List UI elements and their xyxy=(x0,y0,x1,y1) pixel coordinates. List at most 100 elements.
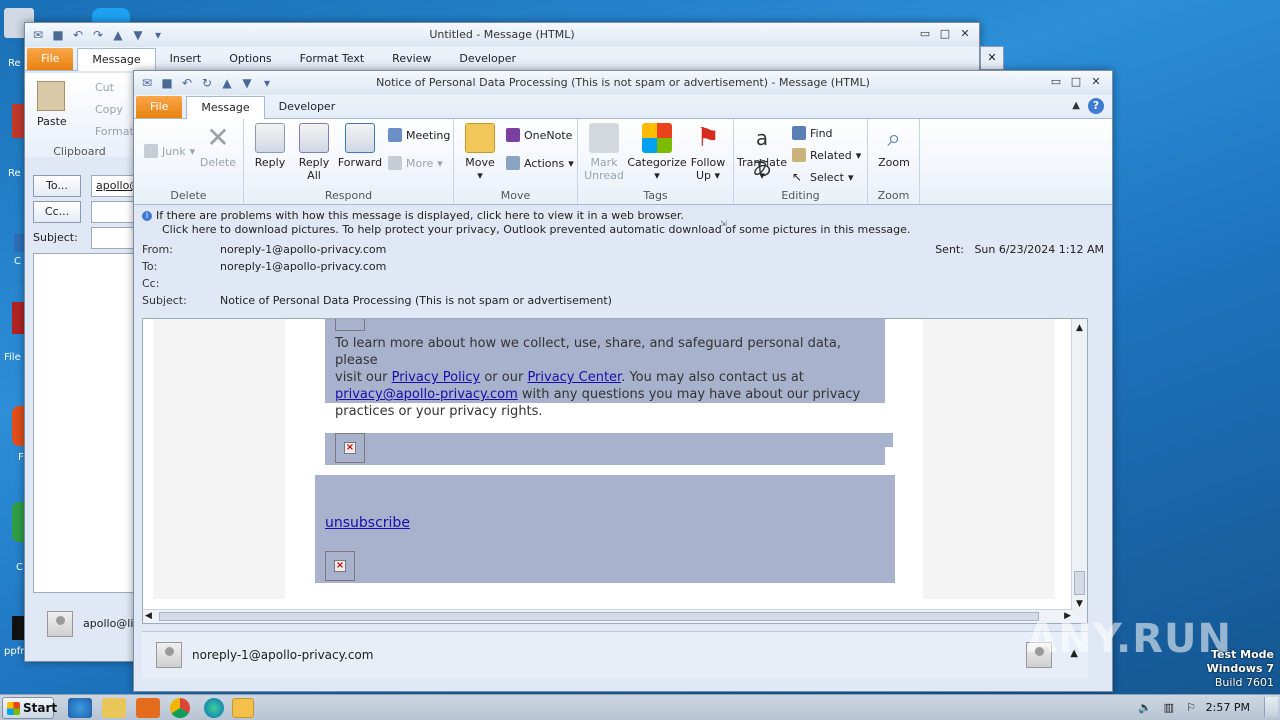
tab-developer[interactable]: Developer xyxy=(445,48,530,70)
desktop-shortcut-icon[interactable] xyxy=(14,234,24,252)
maximize-button[interactable]: □ xyxy=(1068,75,1084,89)
minimize-button[interactable]: ▭ xyxy=(1048,75,1064,89)
cut-button[interactable]: Cut xyxy=(77,81,114,94)
tab-options[interactable]: Options xyxy=(215,48,285,70)
chrome-icon[interactable] xyxy=(170,698,190,718)
mark-unread-button[interactable]: Mark Unread xyxy=(582,123,626,182)
copy-button[interactable]: Copy xyxy=(77,103,123,116)
collapse-ribbon-icon[interactable]: ▲ xyxy=(1072,100,1080,111)
forward-button[interactable]: Forward xyxy=(338,123,382,169)
cc-field[interactable] xyxy=(91,201,135,223)
close-button[interactable]: ✕ xyxy=(1088,75,1104,89)
tab-file[interactable]: File xyxy=(27,48,74,70)
action-center-icon[interactable]: ⚐ xyxy=(1186,701,1196,714)
hscroll-thumb[interactable] xyxy=(159,612,1039,621)
volume-icon[interactable]: 🔈 xyxy=(1138,701,1152,714)
dialog-launcher-icon[interactable]: ⇲ xyxy=(720,219,727,228)
tab-message[interactable]: Message xyxy=(77,48,156,71)
infobar-line-2[interactable]: Click here to download pictures. To help… xyxy=(142,223,1104,237)
maximize-button[interactable]: □ xyxy=(937,27,953,41)
start-button[interactable]: Start xyxy=(2,697,57,719)
minimize-button[interactable]: ▭ xyxy=(917,27,933,41)
message-window[interactable]: ✉ ■ ↶ ↻ ▲ ▼ ▾ Notice of Personal Data Pr… xyxy=(133,70,1113,692)
message-titlebar[interactable]: ✉ ■ ↶ ↻ ▲ ▼ ▾ Notice of Personal Data Pr… xyxy=(134,71,1112,95)
cc-button[interactable]: Cc... xyxy=(33,201,81,223)
undo-icon[interactable]: ↶ xyxy=(180,76,194,90)
format-painter-button[interactable]: Format xyxy=(77,125,134,138)
save-icon[interactable]: ■ xyxy=(51,28,65,42)
customize-icon[interactable]: ▾ xyxy=(260,76,274,90)
scroll-down-icon[interactable]: ▼ xyxy=(1074,599,1085,611)
tab-file[interactable]: File xyxy=(136,96,183,118)
scroll-left-icon[interactable]: ◀ xyxy=(145,611,152,621)
sender-avatar[interactable] xyxy=(156,642,182,668)
actions-button[interactable]: Actions ▾ xyxy=(506,153,574,173)
paste-icon[interactable] xyxy=(37,81,65,111)
categorize-button[interactable]: Categorize ▾ xyxy=(627,123,687,182)
scroll-up-icon[interactable]: ▲ xyxy=(1074,323,1085,335)
move-button[interactable]: Move ▾ xyxy=(458,123,502,182)
delete-button[interactable]: ✕ Delete xyxy=(196,123,240,170)
message-body[interactable]: To learn more about how we collect, use,… xyxy=(142,318,1088,624)
vertical-scrollbar[interactable]: ▲ ▼ xyxy=(1071,319,1087,623)
media-player-icon[interactable] xyxy=(136,698,160,718)
sender-name[interactable]: noreply-1@apollo-privacy.com xyxy=(192,648,373,662)
ribbon-tabs: File Message Developer ▲ ? xyxy=(134,95,1112,119)
close-button[interactable]: ✕ xyxy=(957,27,973,41)
zoom-button[interactable]: ⌕ Zoom xyxy=(872,123,916,169)
help-icon[interactable]: ? xyxy=(1088,98,1104,114)
tab-insert[interactable]: Insert xyxy=(156,48,216,70)
down-icon[interactable]: ▼ xyxy=(131,28,145,42)
more-button[interactable]: More ▾ xyxy=(388,153,443,173)
up-icon[interactable]: ▲ xyxy=(111,28,125,42)
tab-review[interactable]: Review xyxy=(378,48,445,70)
network-icon[interactable]: ▥ xyxy=(1164,701,1174,714)
undo-icon[interactable]: ↶ xyxy=(71,28,85,42)
clock[interactable]: 2:57 PM xyxy=(1206,701,1250,714)
follow-up-button[interactable]: ⚑ Follow Up ▾ xyxy=(686,123,730,182)
related-button[interactable]: Related ▾ xyxy=(792,145,861,165)
compose-titlebar[interactable]: ✉ ■ ↶ ↷ ▲ ▼ ▾ Untitled - Message (HTML) … xyxy=(25,23,979,47)
outlook-taskbar-icon[interactable] xyxy=(232,698,254,718)
translate-button[interactable]: aあ Translate ▾ xyxy=(736,123,788,182)
redo-icon[interactable]: ↻ xyxy=(200,76,214,90)
find-button[interactable]: Find xyxy=(792,123,833,143)
horizontal-scrollbar[interactable]: ◀ ▶ xyxy=(143,609,1073,623)
reply-button[interactable]: Reply xyxy=(248,123,292,169)
select-button[interactable]: ↖ Select ▾ xyxy=(792,167,853,187)
junk-button[interactable]: Junk ▾ xyxy=(144,141,195,161)
privacy-center-link[interactable]: Privacy Center xyxy=(527,370,621,385)
up-icon[interactable]: ▲ xyxy=(220,76,234,90)
ghost-window-close[interactable]: ✕ xyxy=(980,46,1004,70)
privacy-email-link[interactable]: privacy@apollo-privacy.com xyxy=(335,387,518,402)
people-pane-name[interactable]: apollo@li xyxy=(83,617,133,630)
privacy-policy-link[interactable]: Privacy Policy xyxy=(392,370,481,385)
show-desktop-button[interactable] xyxy=(1264,697,1278,717)
tab-format-text[interactable]: Format Text xyxy=(286,48,379,70)
down-icon[interactable]: ▼ xyxy=(240,76,254,90)
desktop-icon-recycle-bin[interactable] xyxy=(4,8,34,40)
scroll-thumb[interactable] xyxy=(1074,571,1085,595)
subject-field[interactable] xyxy=(91,227,135,249)
customize-icon[interactable]: ▾ xyxy=(151,28,165,42)
infobar-line-1[interactable]: If there are problems with how this mess… xyxy=(156,209,684,223)
to-value[interactable]: noreply-1@apollo-privacy.com xyxy=(220,258,386,275)
reply-all-button[interactable]: Reply All xyxy=(292,123,336,182)
compose-body[interactable] xyxy=(33,253,135,593)
meeting-button[interactable]: Meeting xyxy=(388,125,450,145)
edge-icon[interactable] xyxy=(204,698,224,718)
tab-message[interactable]: Message xyxy=(186,96,265,119)
explorer-icon[interactable] xyxy=(102,698,126,718)
to-field[interactable]: apollo@ xyxy=(91,175,140,197)
paste-button[interactable]: Paste xyxy=(37,115,67,128)
onenote-button[interactable]: OneNote xyxy=(506,125,572,145)
from-value[interactable]: noreply-1@apollo-privacy.com xyxy=(220,241,386,258)
save-icon[interactable]: ■ xyxy=(160,76,174,90)
unsubscribe-link[interactable]: unsubscribe xyxy=(325,515,410,532)
infobar[interactable]: i If there are problems with how this me… xyxy=(134,205,1112,241)
skype-icon[interactable] xyxy=(92,8,130,22)
to-button[interactable]: To... xyxy=(33,175,81,197)
ie-icon[interactable] xyxy=(68,698,92,718)
tab-developer[interactable]: Developer xyxy=(265,96,350,118)
redo-icon[interactable]: ↷ xyxy=(91,28,105,42)
